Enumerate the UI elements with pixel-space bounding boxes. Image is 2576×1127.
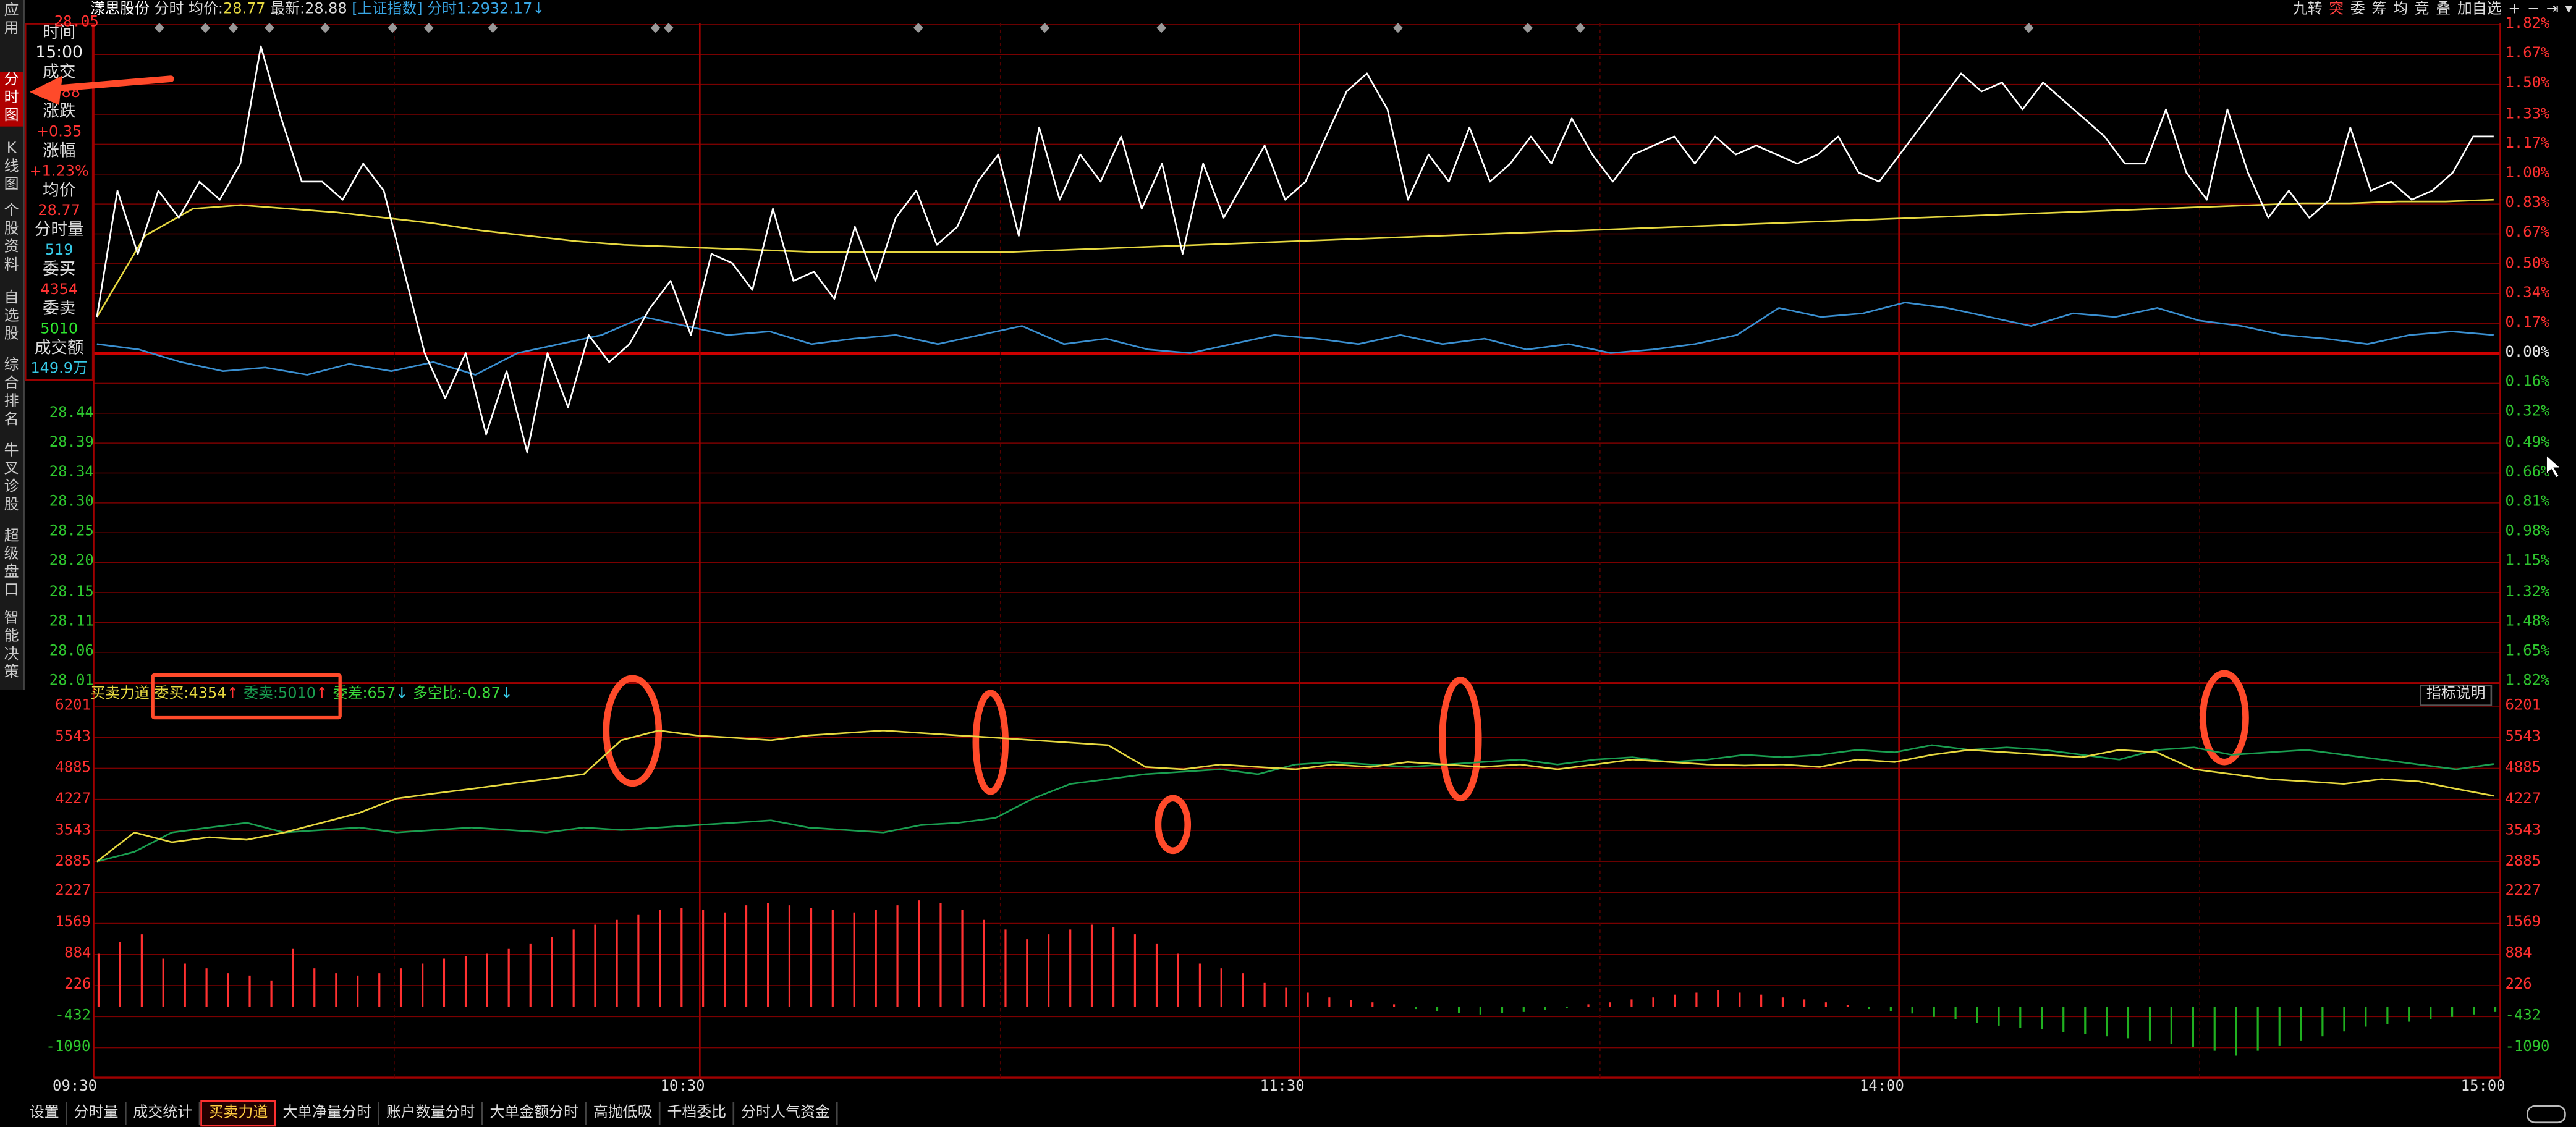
- right-axis-label: 1.65%: [2505, 643, 2550, 661]
- left-axis-label: 28.34: [49, 465, 94, 481]
- left-axis-label: 28.11: [49, 614, 94, 631]
- right-axis-label: 0.32%: [2505, 404, 2550, 421]
- buy-force-line: [96, 729, 2494, 863]
- indicator-axis-label-right: 1569: [2505, 915, 2541, 932]
- right-axis-label: 0.16%: [2505, 374, 2550, 392]
- time-axis-label: 11:30: [1260, 1079, 1305, 1095]
- left-axis-label: 28.01: [49, 673, 94, 690]
- indicator-axis-label-right: 6201: [2505, 698, 2541, 715]
- right-axis-label: 1.15%: [2505, 554, 2550, 571]
- indicator-axis-label-left: 4227: [55, 791, 91, 808]
- right-axis-label: 1.17%: [2505, 136, 2550, 153]
- price-line: [96, 45, 2494, 454]
- annotation-arrow-icon: [29, 75, 174, 106]
- indicator-axis-label-right: 884: [2505, 946, 2532, 963]
- annotation-circle: [1155, 795, 1192, 855]
- indicator-axis-label-left: 4885: [55, 760, 91, 777]
- right-axis-label: 0.00%: [2505, 345, 2550, 362]
- time-axis-label: 14:00: [1859, 1079, 1904, 1095]
- indicator-axis-label-left: -1090: [46, 1039, 91, 1056]
- bottom-tab-7[interactable]: 高抛低吸: [587, 1102, 661, 1125]
- down-arrow-icon: ↓: [396, 686, 409, 703]
- annotation-circle: [972, 690, 1009, 795]
- left-axis-label: 28.39: [49, 435, 94, 452]
- sell-force-line: [96, 744, 2494, 863]
- indicator-axis-label-left: 5543: [55, 728, 91, 746]
- right-axis-label: 0.98%: [2505, 524, 2550, 541]
- bottom-tab-5[interactable]: 账户数量分时: [379, 1102, 483, 1125]
- right-axis-label: 1.33%: [2505, 106, 2550, 123]
- indicator-ratio-label: 多空比:: [412, 686, 462, 703]
- toggle-switch[interactable]: [2527, 1105, 2566, 1124]
- right-axis-label: 1.48%: [2505, 614, 2550, 631]
- time-axis-label: 10:30: [660, 1079, 705, 1095]
- right-axis-label: 1.32%: [2505, 584, 2550, 601]
- index-line: [96, 302, 2494, 376]
- indicator-axis-label-right: 226: [2505, 977, 2532, 994]
- down-arrow-icon: ↓: [500, 686, 513, 703]
- indicator-axis-label-right: 5543: [2505, 728, 2541, 746]
- right-axis-label: 1.67%: [2505, 46, 2550, 63]
- right-axis-label: 0.67%: [2505, 226, 2550, 242]
- indicator-ratio-value: -0.87: [462, 686, 501, 703]
- indicator-axis-label-left: 2885: [55, 853, 91, 870]
- chart-canvas: [93, 23, 2501, 1079]
- left-axis-label: 28.20: [49, 553, 94, 570]
- indicator-axis-label-left: 1569: [55, 915, 91, 932]
- indicator-axis-label-left: 2227: [55, 884, 91, 901]
- right-axis-label: 0.50%: [2505, 255, 2550, 272]
- indicator-axis-label-left: 6201: [55, 698, 91, 715]
- indicator-axis-label-left: -432: [55, 1008, 91, 1025]
- indicator-axis-label-left: 226: [64, 977, 91, 994]
- bottom-tab-3[interactable]: 买卖力道: [200, 1100, 276, 1127]
- right-axis-label: 0.66%: [2505, 464, 2550, 481]
- left-axis-label: 28.44: [49, 405, 94, 423]
- indicator-help-button[interactable]: 指标说明: [2420, 685, 2493, 706]
- left-axis-label: 28.05: [54, 14, 99, 32]
- bottom-tab-2[interactable]: 成交统计: [127, 1102, 201, 1125]
- left-axis-label: 28.15: [49, 585, 94, 601]
- indicator-title[interactable]: 买卖力道: [90, 686, 150, 703]
- time-axis-label: 15:00: [2460, 1079, 2506, 1095]
- bottom-tab-6[interactable]: 大单金额分时: [483, 1102, 587, 1125]
- indicator-axis-label-right: -1090: [2505, 1039, 2550, 1056]
- bottom-tab-4[interactable]: 大单净量分时: [276, 1102, 380, 1125]
- indicator-axis-label-right: 4885: [2505, 760, 2541, 777]
- indicator-axis-label-left: 884: [64, 946, 91, 963]
- annotation-circle: [1439, 677, 1482, 802]
- indicator-axis-label-right: 2885: [2505, 853, 2541, 870]
- indicator-axis-label-right: 4227: [2505, 791, 2541, 808]
- indicator-axis-label-right: 2227: [2505, 884, 2541, 901]
- bottom-tab-9[interactable]: 分时人气资金: [734, 1102, 838, 1125]
- indicator-diff-value: 657: [367, 686, 396, 703]
- right-axis-label: 0.34%: [2505, 285, 2550, 302]
- series-lines: [96, 45, 2494, 863]
- right-axis-label: 0.83%: [2505, 195, 2550, 213]
- bottom-tab-8[interactable]: 千档委比: [661, 1102, 735, 1125]
- bottom-tab-1[interactable]: 分时量: [67, 1102, 127, 1125]
- time-axis-label: 09:30: [53, 1079, 98, 1095]
- avg-price-line: [96, 198, 2494, 318]
- right-axis-label: 1.00%: [2505, 166, 2550, 183]
- bottom-tab-0[interactable]: 设置: [23, 1102, 68, 1125]
- right-axis-label: 1.50%: [2505, 76, 2550, 93]
- highlight-box: [151, 673, 342, 720]
- left-axis-label: 28.06: [49, 643, 94, 661]
- right-axis-label: 1.82%: [2505, 16, 2550, 33]
- indicator-axis-label-left: 3543: [55, 822, 91, 839]
- indicator-axis-label-right: 3543: [2505, 822, 2541, 839]
- right-axis-label: 0.81%: [2505, 494, 2550, 511]
- grid: [93, 23, 2501, 1079]
- bottom-tab-bar: 设置 分时量 成交统计 买卖力道 大单净量分时 账户数量分时 大单金额分时 高抛低吸 千档委比分…: [23, 1100, 838, 1127]
- annotation-circle: [2200, 670, 2249, 766]
- annotations: [603, 670, 2249, 855]
- left-axis-label: 28.30: [49, 494, 94, 511]
- left-axis-label: 28.25: [49, 523, 94, 541]
- indicator-axis-label-right: -432: [2505, 1008, 2541, 1025]
- right-axis-label: 0.17%: [2505, 315, 2550, 332]
- right-axis-label: 0.49%: [2505, 434, 2550, 451]
- right-axis-label: 1.82%: [2505, 673, 2550, 690]
- annotation-circle: [603, 675, 663, 787]
- mouse-cursor-icon: [2545, 453, 2563, 479]
